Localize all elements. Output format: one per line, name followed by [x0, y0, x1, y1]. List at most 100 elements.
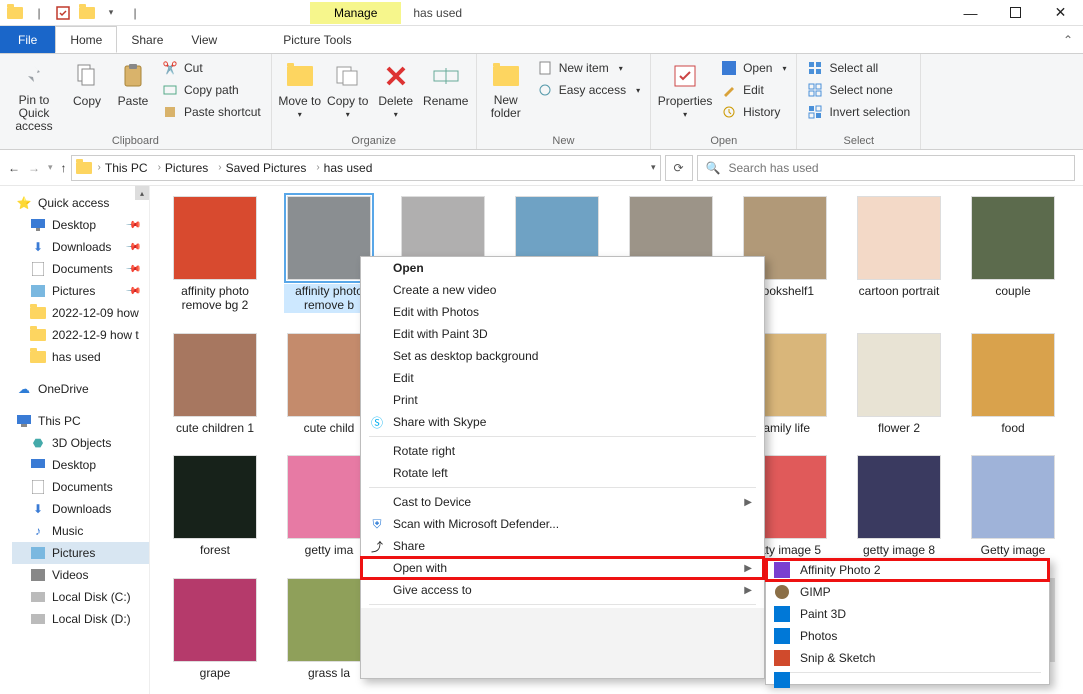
- breadcrumb-segment[interactable]: ›has used: [312, 161, 376, 175]
- ctx-photos[interactable]: Photos: [766, 625, 1049, 647]
- ctx-paint3d[interactable]: Paint 3D: [766, 603, 1049, 625]
- file-item[interactable]: flower 2: [854, 333, 944, 435]
- refresh-button[interactable]: ⟳: [665, 155, 693, 181]
- ctx-gimp[interactable]: GIMP: [766, 581, 1049, 603]
- ctx-rotate-left[interactable]: Rotate left: [361, 462, 764, 484]
- properties-button[interactable]: Properties▾: [657, 56, 713, 119]
- file-item[interactable]: food: [968, 333, 1058, 435]
- sidebar-recent-folder[interactable]: 2022-12-09 how: [12, 302, 149, 324]
- qat-dropdown-icon[interactable]: ▾: [100, 2, 122, 24]
- sidebar-pictures[interactable]: Pictures📌: [12, 280, 149, 302]
- paste-shortcut-button[interactable]: Paste shortcut: [158, 102, 265, 122]
- select-none-button[interactable]: Select none: [803, 80, 914, 100]
- address-bar[interactable]: ›This PC ›Pictures ›Saved Pictures ›has …: [71, 155, 661, 181]
- sidebar-music[interactable]: ♪Music: [12, 520, 149, 542]
- ctx-share-skype[interactable]: ⓈShare with Skype: [361, 411, 764, 433]
- invert-selection-button[interactable]: Invert selection: [803, 102, 914, 122]
- ctx-more-apps[interactable]: [766, 676, 1049, 684]
- copy-path-icon: [162, 82, 178, 98]
- tab-file[interactable]: File: [0, 26, 55, 53]
- ctx-affinity-photo[interactable]: Affinity Photo 2: [766, 559, 1049, 581]
- manage-contextual-tab[interactable]: Manage: [310, 2, 401, 24]
- open-button[interactable]: Open▾: [717, 58, 790, 78]
- file-item[interactable]: couple: [968, 196, 1058, 313]
- scrollbar-up-icon[interactable]: ▴: [135, 186, 149, 200]
- file-item[interactable]: cartoon portrait: [854, 196, 944, 313]
- sidebar-desktop[interactable]: Desktop: [12, 454, 149, 476]
- ctx-edit-paint3d[interactable]: Edit with Paint 3D: [361, 323, 764, 345]
- file-item[interactable]: cute children 1: [170, 333, 260, 435]
- sidebar-downloads[interactable]: ⬇Downloads: [12, 498, 149, 520]
- collapse-ribbon-icon[interactable]: ⌃: [1053, 26, 1083, 53]
- sidebar-videos[interactable]: Videos: [12, 564, 149, 586]
- sidebar-recent-folder[interactable]: has used: [12, 346, 149, 368]
- new-item-button[interactable]: New item▾: [533, 58, 644, 78]
- maximize-button[interactable]: [993, 0, 1038, 26]
- sidebar-pictures[interactable]: Pictures: [12, 542, 149, 564]
- sidebar-recent-folder[interactable]: 2022-12-9 how t: [12, 324, 149, 346]
- sidebar-disk-c[interactable]: Local Disk (C:): [12, 586, 149, 608]
- move-to-button[interactable]: Move to▾: [278, 56, 322, 119]
- ctx-open[interactable]: Open: [361, 257, 764, 279]
- up-button[interactable]: ↑: [61, 161, 67, 175]
- sidebar-this-pc[interactable]: This PC: [12, 410, 149, 432]
- ctx-open-with[interactable]: Open with▶: [361, 557, 764, 579]
- properties-icon[interactable]: [52, 2, 74, 24]
- close-button[interactable]: ✕: [1038, 0, 1083, 26]
- address-dropdown-icon[interactable]: ▾: [651, 162, 656, 173]
- select-all-button[interactable]: Select all: [803, 58, 914, 78]
- copy-to-button[interactable]: Copy to▾: [326, 56, 370, 119]
- recent-locations-icon[interactable]: ▾: [48, 162, 53, 173]
- file-item[interactable]: forest: [170, 455, 260, 557]
- easy-access-button[interactable]: Easy access▾: [533, 80, 644, 100]
- sidebar-3d-objects[interactable]: ⬣3D Objects: [12, 432, 149, 454]
- file-item[interactable]: grape: [170, 578, 260, 680]
- sidebar-disk-d[interactable]: Local Disk (D:): [12, 608, 149, 630]
- pin-to-quick-access-button[interactable]: Pin to Quick access: [6, 56, 62, 134]
- new-folder-button[interactable]: New folder: [483, 56, 529, 120]
- sidebar-desktop[interactable]: Desktop📌: [12, 214, 149, 236]
- delete-button[interactable]: Delete▾: [374, 56, 418, 119]
- ctx-print[interactable]: Print: [361, 389, 764, 411]
- ctx-give-access[interactable]: Give access to▶: [361, 579, 764, 601]
- ctx-share[interactable]: ⤴Share: [361, 535, 764, 557]
- tab-share[interactable]: Share: [117, 26, 177, 53]
- group-label: Select: [803, 135, 914, 149]
- breadcrumb-segment[interactable]: ›This PC: [94, 161, 152, 175]
- copy-path-button[interactable]: Copy path: [158, 80, 265, 100]
- copy-button[interactable]: Copy: [66, 56, 108, 108]
- forward-button[interactable]: →: [28, 161, 40, 175]
- sidebar-documents[interactable]: Documents📌: [12, 258, 149, 280]
- edit-button[interactable]: Edit: [717, 80, 790, 100]
- minimize-button[interactable]: —: [948, 0, 993, 26]
- tab-view[interactable]: View: [177, 26, 231, 53]
- sidebar-quick-access[interactable]: ⭐Quick access: [12, 192, 149, 214]
- ctx-separator: [369, 487, 756, 488]
- tab-picture-tools[interactable]: Picture Tools: [269, 26, 365, 53]
- ctx-create findvideo[interactable]: Create a new video: [361, 279, 764, 301]
- ctx-set-background[interactable]: Set as desktop background: [361, 345, 764, 367]
- rename-button[interactable]: Rename: [422, 56, 470, 108]
- ctx-edit[interactable]: Edit: [361, 367, 764, 389]
- file-item[interactable]: Getty image: [968, 455, 1058, 557]
- breadcrumb-segment[interactable]: ›Saved Pictures: [214, 161, 310, 175]
- folder-icon[interactable]: [76, 2, 98, 24]
- sidebar-downloads[interactable]: ⬇Downloads📌: [12, 236, 149, 258]
- search-box[interactable]: 🔍: [697, 155, 1075, 181]
- history-button[interactable]: History: [717, 102, 790, 122]
- ctx-rotate-right[interactable]: Rotate right: [361, 440, 764, 462]
- ctx-cast[interactable]: Cast to Device▶: [361, 491, 764, 513]
- paste-button[interactable]: Paste: [112, 56, 154, 108]
- sidebar-onedrive[interactable]: ☁OneDrive: [12, 378, 149, 400]
- back-button[interactable]: ←: [8, 161, 20, 175]
- sidebar-documents[interactable]: Documents: [12, 476, 149, 498]
- file-item[interactable]: getty image 8: [854, 455, 944, 557]
- ctx-edit-photos[interactable]: Edit with Photos: [361, 301, 764, 323]
- search-input[interactable]: [728, 161, 1066, 175]
- breadcrumb-segment[interactable]: ›Pictures: [154, 161, 213, 175]
- tab-home[interactable]: Home: [55, 26, 117, 53]
- file-item[interactable]: affinity photo remove bg 2: [170, 196, 260, 313]
- ctx-defender[interactable]: ⛨Scan with Microsoft Defender...: [361, 513, 764, 535]
- cut-button[interactable]: ✂️Cut: [158, 58, 265, 78]
- ctx-snip-sketch[interactable]: Snip & Sketch: [766, 647, 1049, 669]
